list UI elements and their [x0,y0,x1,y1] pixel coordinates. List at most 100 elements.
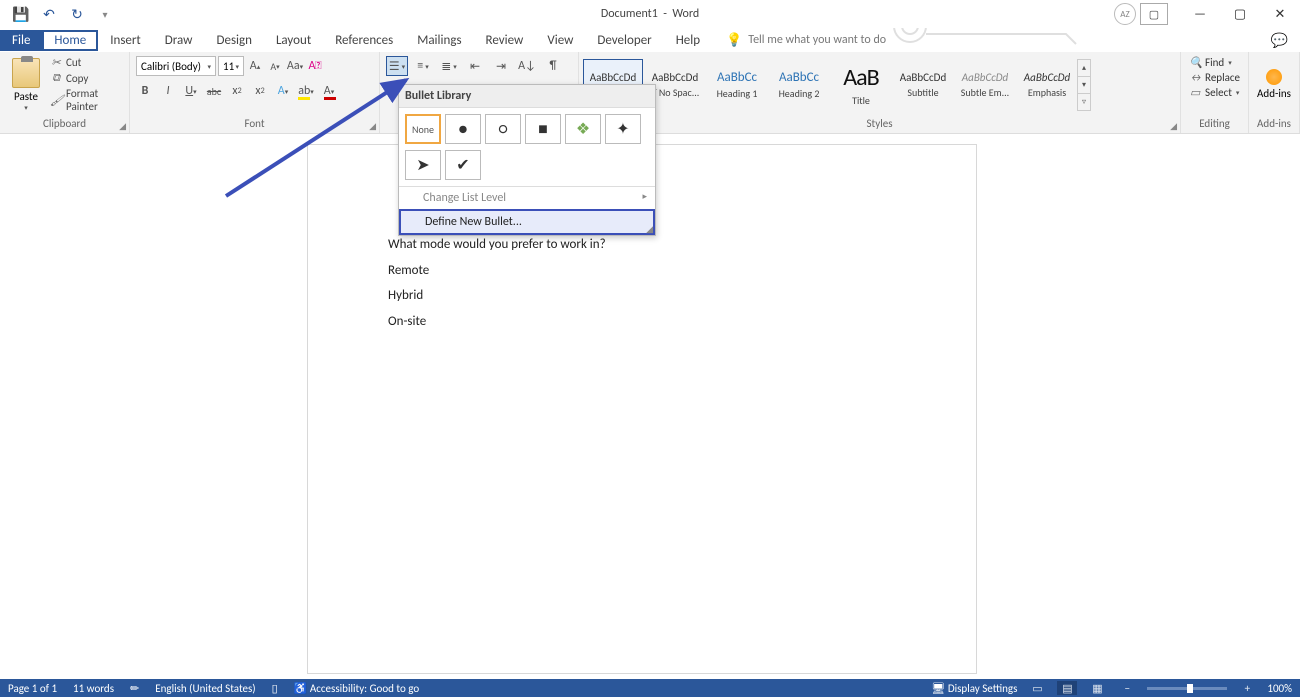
tab-mailings[interactable]: Mailings [405,30,473,51]
display-settings-button[interactable]: 🖥 Display Settings [931,682,1017,695]
styles-gallery-scroll[interactable]: ▴ ▾ ▿ [1077,59,1091,111]
dropdown-resize-icon[interactable]: ◢ [646,224,653,235]
font-name-combo[interactable]: Calibri (Body)▾ [136,56,216,76]
ribbon-display-options-icon[interactable]: ▢ [1140,3,1168,25]
clear-formatting-icon[interactable]: A⃠ [306,57,324,75]
select-button[interactable]: ▭Select ▾ [1189,86,1239,99]
paste-button[interactable]: Paste [14,90,38,103]
strikethrough-button[interactable]: abc [205,82,223,100]
tab-review[interactable]: Review [474,30,536,51]
paste-icon[interactable] [12,58,40,88]
styles-dialog-launcher-icon[interactable]: ◢ [1170,121,1177,132]
bullet-option-check[interactable]: ✔ [445,150,481,180]
clipboard-dialog-launcher-icon[interactable]: ◢ [119,121,126,132]
increase-indent-button[interactable]: ⇥ [490,56,512,76]
tab-insert[interactable]: Insert [98,30,153,51]
minimize-button[interactable]: — [1180,0,1220,28]
group-font: Calibri (Body)▾ 11▾ A▴ A▾ Aa▾ A⃠ B I U▾ … [130,52,380,133]
bullets-button[interactable]: ☰▾ [386,56,408,76]
style-item[interactable]: AaBTitle [831,59,891,111]
bullet-option-square[interactable]: ■ [525,114,561,144]
zoom-percent[interactable]: 100% [1267,682,1292,695]
status-page[interactable]: Page 1 of 1 [8,682,57,695]
zoom-slider[interactable] [1147,687,1227,690]
bullet-option-diamond-cluster[interactable]: ✦ [605,114,641,144]
style-item[interactable]: AaBbCcHeading 1 [707,59,767,111]
highlight-color-icon[interactable]: ab▾ [297,82,315,100]
underline-button[interactable]: U▾ [182,82,200,100]
find-button[interactable]: 🔍Find ▾ [1189,56,1232,69]
bullet-option-diamond-4[interactable]: ❖ [565,114,601,144]
addins-button[interactable]: Add-ins [1257,87,1291,100]
font-size-combo[interactable]: 11▾ [218,56,244,76]
close-button[interactable]: ✕ [1260,0,1300,28]
bullet-option-circle[interactable]: ○ [485,114,521,144]
text-effects-icon[interactable]: A▾ [274,82,292,100]
bullet-option-disc[interactable]: ● [445,114,481,144]
tab-view[interactable]: View [535,30,585,51]
bullet-option-none[interactable]: None [405,114,441,144]
undo-icon[interactable]: ↶ [42,7,56,21]
tab-design[interactable]: Design [204,30,263,51]
zoom-in-button[interactable]: + [1237,681,1257,695]
increase-font-icon[interactable]: A▴ [246,57,264,75]
superscript-button[interactable]: x2 [251,82,269,100]
comments-icon[interactable]: 💬 [1271,32,1288,49]
change-case-icon[interactable]: Aa▾ [286,57,304,75]
numbering-button[interactable]: ≡▾ [412,56,434,76]
qa-customize-icon[interactable]: ▾ [98,7,112,21]
copy-button[interactable]: ⧉Copy [50,71,123,85]
status-words[interactable]: 11 words [73,682,114,695]
save-icon[interactable]: 💾 [14,7,28,21]
tab-help[interactable]: Help [664,30,712,51]
define-new-bullet-menuitem[interactable]: Define New Bullet... [399,209,655,235]
status-macros-icon[interactable]: ▯ [272,682,278,695]
font-dialog-launcher-icon[interactable]: ◢ [369,121,376,132]
change-list-level-menuitem: Change List Level▸ [399,187,655,209]
zoom-out-button[interactable]: − [1117,681,1137,695]
addins-icon[interactable] [1266,69,1282,85]
tab-references[interactable]: References [323,30,405,51]
tab-draw[interactable]: Draw [153,30,205,51]
style-item[interactable]: AaBbCcDdSubtitle [893,59,953,111]
body-line-4[interactable]: On-site [388,314,426,329]
status-language[interactable]: English (United States) [155,682,255,695]
bullet-option-arrow[interactable]: ➤ [405,150,441,180]
subscript-button[interactable]: x2 [228,82,246,100]
gallery-more-icon[interactable]: ▿ [1078,94,1090,110]
decrease-font-icon[interactable]: A▾ [266,57,284,75]
body-line-3[interactable]: Hybrid [388,288,423,303]
font-color-icon[interactable]: A▾ [320,82,338,100]
bold-button[interactable]: B [136,82,154,100]
replace-button[interactable]: ↔Replace [1189,71,1240,84]
view-print-layout-icon[interactable]: ▤ [1057,681,1077,695]
italic-button[interactable]: I [159,82,177,100]
tab-developer[interactable]: Developer [585,30,663,51]
window-title: Document1 - Word [601,7,699,21]
multilevel-list-button[interactable]: ≣▾ [438,56,460,76]
gallery-down-icon[interactable]: ▾ [1078,77,1090,94]
sort-button[interactable]: A↓ [516,56,538,76]
show-marks-button[interactable]: ¶ [542,56,564,76]
style-item[interactable]: AaBbCcHeading 2 [769,59,829,111]
tab-layout[interactable]: Layout [264,30,323,51]
style-item[interactable]: AaBbCcDdEmphasis [1017,59,1077,111]
tab-home[interactable]: Home [42,30,98,51]
gallery-up-icon[interactable]: ▴ [1078,60,1090,77]
tell-me-input[interactable]: Tell me what you want to do [748,33,886,47]
view-web-layout-icon[interactable]: ▦ [1087,681,1107,695]
style-item[interactable]: AaBbCcDdSubtle Em... [955,59,1015,111]
paste-dropdown-icon[interactable]: ▾ [24,103,28,112]
tab-file[interactable]: File [0,30,42,51]
maximize-button[interactable]: ▢ [1220,0,1260,28]
status-spellcheck-icon[interactable]: ✏ [130,682,139,695]
redo-icon[interactable]: ↻ [70,7,84,21]
cut-button[interactable]: ✂Cut [50,56,123,69]
body-line-2[interactable]: Remote [388,263,429,278]
body-line-1[interactable]: What mode would you prefer to work in? [388,237,606,252]
view-read-mode-icon[interactable]: ▭ [1027,681,1047,695]
decrease-indent-button[interactable]: ⇤ [464,56,486,76]
status-accessibility[interactable]: ♿ Accessibility: Good to go [294,682,419,695]
format-painter-button[interactable]: 🖌Format Painter [50,87,123,113]
account-badge[interactable]: AZ [1114,3,1136,25]
